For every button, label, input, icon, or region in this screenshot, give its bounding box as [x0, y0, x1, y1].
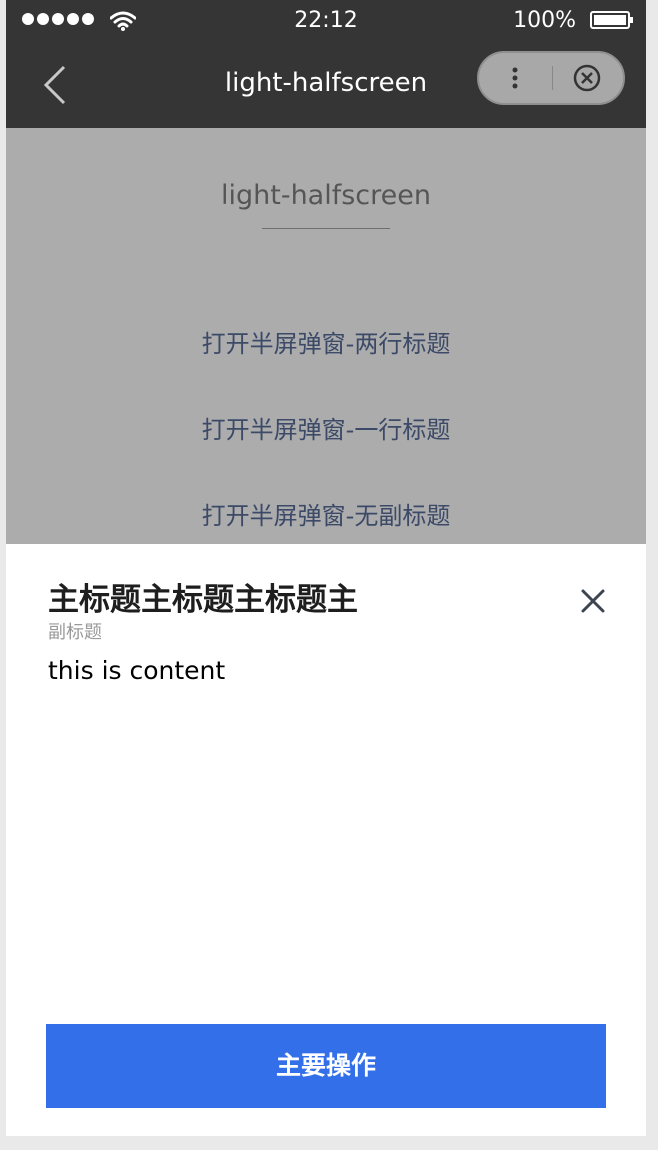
dialog-title: 主标题主标题主标题主: [48, 582, 358, 618]
circle-close-icon[interactable]: [555, 53, 623, 103]
dialog-subtitle: 副标题: [48, 622, 102, 643]
dialog-content: this is content: [48, 656, 226, 685]
phone-screen: 22:12 100% light-halfscreen light-halfsc…: [6, 0, 646, 1136]
navigation-bar: light-halfscreen: [6, 42, 646, 128]
battery-icon: [590, 11, 633, 29]
menu-capsule: [477, 51, 625, 105]
primary-action-button[interactable]: 主要操作: [46, 1024, 606, 1108]
more-vertical-icon[interactable]: [479, 53, 551, 103]
halfscreen-dialog: 主标题主标题主标题主 副标题 this is content 主要操作: [6, 544, 646, 1136]
status-bar: 22:12 100%: [6, 0, 646, 42]
battery-percentage: 100%: [513, 8, 576, 33]
close-icon[interactable]: [578, 586, 608, 616]
capsule-divider: [552, 66, 553, 90]
